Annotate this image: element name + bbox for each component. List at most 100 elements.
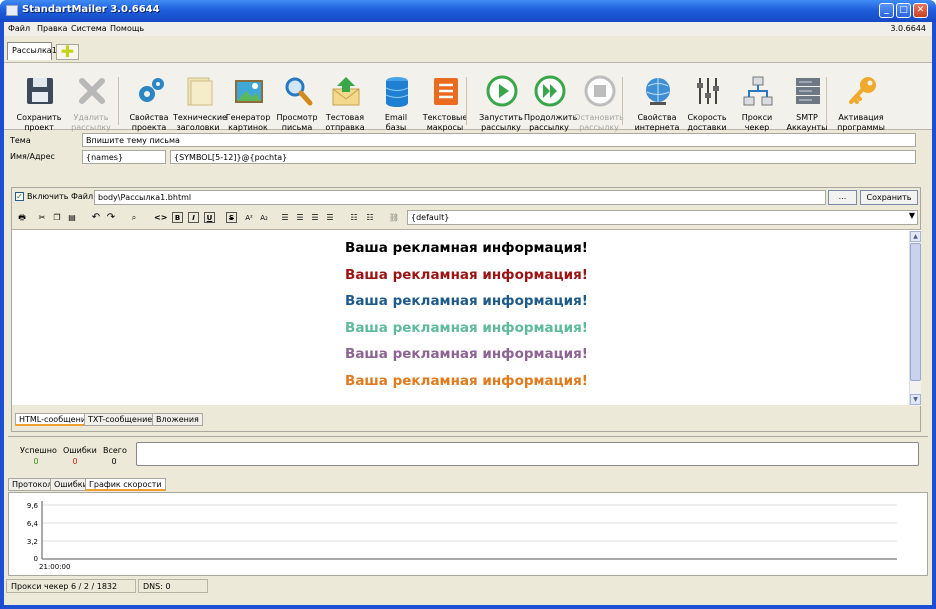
maximize-button[interactable]: □ [896,3,911,18]
y-tick: 6,4 [27,520,39,528]
file-path-input[interactable]: body\Рассылка1.bhtml [94,190,826,205]
label-line-1: Технические [173,113,227,122]
toolbar-button-proxy-network[interactable]: Прокси чекер [732,75,782,132]
toolbar-separator [622,77,623,125]
scroll-down-icon[interactable]: ▼ [910,394,921,405]
bold-icon[interactable]: B [172,212,183,223]
toolbar-button-resume[interactable]: Продолжить рассылку [524,75,578,132]
main-window: StandartMailer 3.0.6644 _ □ ✕ Файл Правк… [0,0,936,609]
send-stats: Успешно 0 Ошибки 0 Всего 0 [8,436,928,480]
toolbar-button-smtp-server[interactable]: SMTP Аккаунты [782,75,832,132]
chevron-down-icon: ▼ [908,211,915,220]
tab-html-message[interactable]: HTML-сообщение [15,413,95,426]
ad-line: Ваша рекламная информация! [345,266,588,283]
source-code-icon[interactable]: <> [154,212,167,224]
cut-icon[interactable]: ✂ [36,212,48,224]
link-icon[interactable]: ⛓ [388,212,400,224]
play-icon [486,75,518,107]
toolbar-button-play[interactable]: Запустить рассылку [476,75,526,132]
align-left-icon[interactable]: ☰ [279,212,291,224]
paste-icon[interactable]: ▤ [66,212,78,224]
gears-icon [134,75,166,107]
ad-line: Ваша рекламная информация! [345,372,588,389]
label-line-1: Просмотр [276,113,318,122]
stop-icon [584,75,616,107]
subject-input[interactable]: Впишите тему письма [82,133,916,147]
label-line-1: Генератор [225,113,271,122]
superscript-icon[interactable]: A² [243,212,255,224]
numbered-list-icon[interactable]: ☷ [364,212,376,224]
scroll-thumb[interactable] [910,243,921,381]
toolbar-button-gears[interactable]: Свойства проекта [124,75,174,132]
undo-icon[interactable]: ↶ [90,212,102,224]
minimize-button[interactable]: _ [879,3,894,18]
globe-icon [642,75,674,107]
toolbar-button-magnifier[interactable]: Просмотр письма [272,75,322,132]
toolbar-button-delete[interactable]: Удалить рассылку [66,75,116,132]
font-select-value: {default} [411,213,450,222]
browse-button[interactable]: ... [828,190,857,205]
menu-edit[interactable]: Правка [37,24,67,33]
sender-name-input[interactable]: {names} [82,150,166,164]
key-icon [846,75,878,107]
redo-icon[interactable]: ↷ [105,212,117,224]
headers-icon [183,75,215,107]
toolbar-button-save[interactable]: Сохранить проект [14,75,64,132]
ad-line: Ваша рекламная информация! [345,240,588,256]
label-line-1: Продолжить [524,113,578,122]
label-line-1: Запустить [479,113,523,122]
toolbar-button-image-generator[interactable]: Генератор картинок [223,75,273,132]
menu-file[interactable]: Файл [8,24,30,33]
bullet-list-icon[interactable]: ☷ [348,212,360,224]
label-line-1: Остановить [574,113,624,122]
include-file-label: Включить Файл : [27,192,99,201]
strikethrough-icon[interactable]: S [226,212,237,223]
italic-icon[interactable]: I [188,212,199,223]
save-file-button[interactable]: Сохранить [860,190,918,205]
align-center-icon[interactable]: ☰ [294,212,306,224]
toolbar-button-macros[interactable]: Текстовые макросы [420,75,470,132]
label-line-1: Сохранить [16,113,62,122]
tab-attachments[interactable]: Вложения [152,413,203,426]
copy-icon[interactable]: ❐ [51,212,63,224]
message-body-editor[interactable]: Ваша рекламная информация! Ваша рекламная… [12,229,921,406]
align-right-icon[interactable]: ☰ [309,212,321,224]
delete-icon [76,75,108,107]
subject-label: Тема [10,136,31,145]
toolbar-button-key[interactable]: Активация программы [836,75,886,132]
toolbar-button-speed-sliders[interactable]: Скорость доставки [682,75,732,132]
underline-icon[interactable]: U [204,212,215,223]
toolbar-separator [466,77,467,125]
sender-address-input[interactable]: {SYMBOL[5-12]}@{pochta} [170,150,916,164]
title-bar[interactable]: StandartMailer 3.0.6644 _ □ ✕ [0,0,936,22]
ad-line: Ваша рекламная информация! [345,346,588,362]
subscript-icon[interactable]: A₂ [258,212,270,224]
test-send-icon [330,75,362,107]
main-toolbar: Сохранить проект Удалить рассылку Свойства пр… [4,62,932,132]
tab-rassylka1[interactable]: Рассылка1 [7,42,57,60]
toolbar-button-database[interactable]: Email базы [371,75,421,132]
toolbar-button-stop[interactable]: Остановить рассылку [574,75,624,132]
toolbar-button-test-send[interactable]: Тестовая отправка [320,75,370,132]
label-line-1: Прокси [741,113,773,122]
toolbar-button-headers[interactable]: Технические заголовки [173,75,227,132]
include-file-checkbox[interactable]: ✓ [15,192,24,201]
font-select[interactable]: {default} ▼ [407,210,918,225]
print-icon[interactable]: 🖶 [16,212,28,224]
database-icon [381,75,413,107]
tab-txt-message[interactable]: TXT-сообщение [84,413,157,426]
align-justify-icon[interactable]: ☰ [324,212,336,224]
scroll-up-icon[interactable]: ▲ [910,231,921,242]
add-tab-button[interactable]: ✚ [56,44,79,60]
menu-system[interactable]: Система [71,24,107,33]
vertical-scrollbar[interactable]: ▲ ▼ [909,231,921,406]
menu-help[interactable]: Помощь [110,24,144,33]
tab-speed-graph[interactable]: График скорости [85,478,166,491]
toolbar-button-globe[interactable]: Свойства интернета [632,75,682,132]
ad-line: Ваша рекламная информация! [345,319,588,336]
save-icon [24,75,56,107]
find-icon[interactable]: ⌕ [128,212,140,224]
toolbar-separator [826,77,827,125]
success-value: 0 [33,457,39,466]
close-button[interactable]: ✕ [913,3,928,18]
